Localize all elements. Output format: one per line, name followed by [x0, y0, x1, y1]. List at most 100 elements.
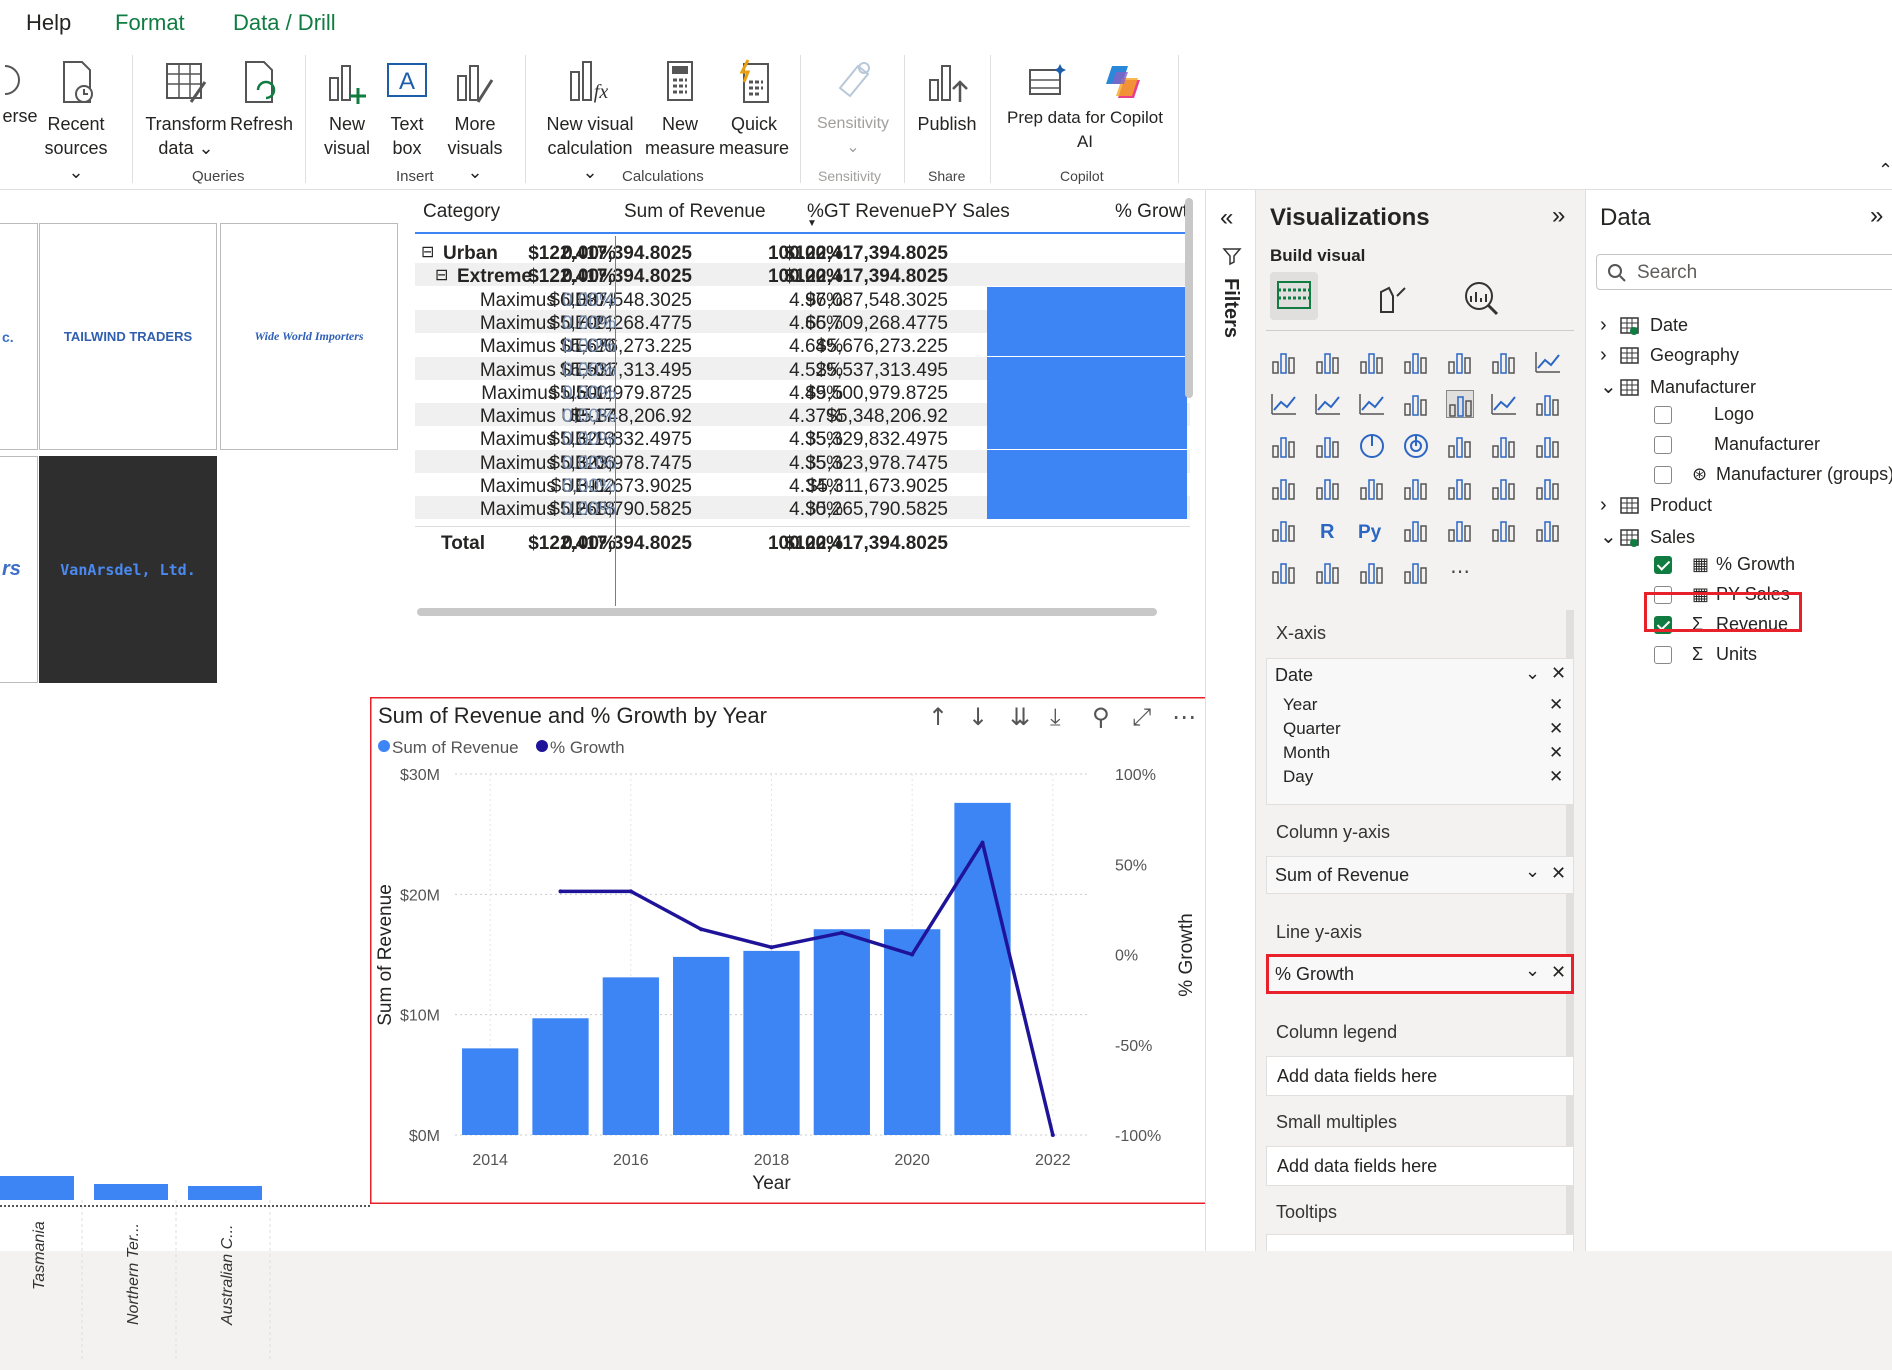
matrix-row[interactable]: Maximus UE-06 $5,323,978.7475 4.35% $5,323,…	[415, 449, 1190, 474]
stacked-area-visual-icon[interactable]	[1314, 390, 1342, 418]
more-visual-icon[interactable]: ⋯	[1446, 558, 1474, 586]
column-legend-well[interactable]: Add data fields here	[1266, 1056, 1574, 1096]
decomposition-tree-visual-icon[interactable]	[1446, 516, 1474, 544]
growth-point-2019[interactable]	[839, 930, 844, 935]
date-subfield-year[interactable]: Year ✕	[1283, 695, 1563, 715]
table-geography[interactable]: › Geography	[1600, 344, 1739, 367]
paginated-visual-icon[interactable]	[1270, 558, 1298, 586]
table-sales[interactable]: ⌄ Sales	[1600, 524, 1695, 549]
bar-northern-territory[interactable]	[94, 1184, 168, 1200]
matrix-row[interactable]: Maximus UE-01 $5,537,313.495 4.52% $5,537,3…	[415, 356, 1190, 381]
date-field-chip[interactable]: Date	[1275, 665, 1313, 686]
clustered-bar-visual-icon[interactable]	[1358, 348, 1386, 376]
matrix-row[interactable]: ⊟ Extreme $122,417,394.8025 100.00% $122,417…	[415, 263, 1190, 287]
field-growth[interactable]: ▦ % Growth	[1654, 554, 1795, 575]
growth-point-2022[interactable]	[1050, 1133, 1055, 1137]
growth-point-2018[interactable]	[769, 945, 774, 950]
header-sum-revenue[interactable]: Sum of Revenue	[624, 201, 766, 223]
field-checkbox[interactable]	[1654, 556, 1672, 575]
header-py-sales[interactable]: PY Sales	[932, 201, 1010, 223]
python-visual-visual-icon[interactable]: Py	[1358, 516, 1386, 544]
power-automate-visual-icon[interactable]	[1402, 558, 1430, 586]
table-product[interactable]: › Product	[1600, 494, 1712, 517]
new-measure-button[interactable]: New measure	[645, 58, 715, 160]
remove-field-icon[interactable]: ✕	[1549, 695, 1563, 715]
collapse-icon[interactable]: ⊟	[421, 242, 434, 262]
remove-field-icon[interactable]: ✕	[1549, 743, 1563, 763]
logo-card-partial[interactable]: c.	[0, 223, 38, 450]
more-options-icon[interactable]: ⋯	[1172, 703, 1196, 731]
100-column-visual-icon[interactable]	[1490, 348, 1518, 376]
growth-point-2017[interactable]	[699, 927, 704, 932]
combo-chart-visual[interactable]: Sum of Revenue and % Growth by Year ↑ ↓ ⇊ ⤓ ⚲…	[370, 697, 1208, 1204]
field-checkbox[interactable]	[1654, 406, 1672, 425]
matrix-visual-icon[interactable]	[1270, 516, 1298, 544]
line-column-visual-icon[interactable]	[1402, 390, 1430, 418]
matrix-horizontal-scrollbar[interactable]	[417, 608, 1157, 616]
field-manufacturer[interactable]: Manufacturer	[1654, 434, 1820, 455]
header-growth[interactable]: % Growt	[1115, 201, 1188, 223]
matrix-total-row[interactable]: Total $122,417,394.8025 100.00% $122,417,39…	[415, 526, 1190, 554]
growth-point-2015[interactable]	[558, 889, 563, 894]
quick-measure-button[interactable]: Quick measure	[716, 58, 792, 160]
field-checkbox[interactable]	[1654, 646, 1672, 665]
header-category[interactable]: Category	[423, 201, 500, 223]
date-subfield-month[interactable]: Month ✕	[1283, 743, 1563, 763]
matrix-visual[interactable]: ⌄ Category Sum of Revenue %GT Revenue PY…	[415, 190, 1195, 620]
expand-next-level-icon[interactable]: ⇊	[1010, 703, 1030, 731]
search-input[interactable]: Search	[1596, 254, 1892, 290]
line-y-well[interactable]: % Growth ⌄ ✕	[1266, 954, 1574, 994]
collapse-icon[interactable]: ⊟	[435, 265, 448, 285]
filled-map-visual-icon[interactable]	[1534, 432, 1562, 460]
chevron-right-icon[interactable]: ›	[1600, 314, 1620, 337]
slicer-visual-icon[interactable]	[1490, 474, 1518, 502]
collapse-viz-pane-icon[interactable]: »	[1552, 202, 1565, 230]
growth-field-chip[interactable]: % Growth	[1275, 964, 1354, 985]
ribbon-visual-icon[interactable]	[1490, 390, 1518, 418]
tab-format[interactable]: Format	[115, 10, 185, 36]
logo-card-wideworld[interactable]: Wide World Importers	[220, 223, 398, 450]
qa-visual-icon[interactable]	[1490, 516, 1518, 544]
matrix-row[interactable]: Maximus UE-20 $5,676,273.225 4.64% $5,676,2…	[415, 333, 1190, 357]
growth-point-2021[interactable]	[980, 840, 985, 845]
matrix-row[interactable]: Maximus UE-04 $6,087,548.3025 4.97% $6,087,…	[415, 286, 1190, 311]
small-multiples-well[interactable]: Add data fields here	[1266, 1146, 1574, 1186]
bar-australian-capital[interactable]	[188, 1186, 262, 1200]
card-visual-icon[interactable]	[1358, 474, 1386, 502]
matrix-row[interactable]: Maximus UE-18 $5,265,790.5825 4.30% $5,265,…	[415, 496, 1190, 520]
refresh-button[interactable]: Refresh	[230, 58, 293, 136]
matrix-vertical-scrollbar[interactable]	[1185, 198, 1193, 398]
dataverse-button[interactable]: erse	[0, 58, 40, 128]
remove-field-icon[interactable]: ✕	[1551, 962, 1566, 983]
r-visual-visual-icon[interactable]: R	[1314, 516, 1342, 544]
chevron-down-icon[interactable]: ⌄	[1600, 524, 1620, 549]
matrix-row[interactable]: Maximus UE-21 $5,709,268.4775 4.66% $5,709,…	[415, 309, 1190, 334]
logo-card-vanarsdel[interactable]: VanArsdel, Ltd.	[39, 456, 217, 683]
logo-card-tailwind[interactable]: TAILWIND TRADERS	[39, 223, 217, 450]
filter-icon[interactable]: ⚲	[1092, 703, 1110, 731]
prep-data-copilot-button[interactable]: Prep data for Copilot AI	[1000, 58, 1170, 154]
bar-2014[interactable]	[462, 1048, 519, 1135]
bar-2017[interactable]	[673, 956, 730, 1135]
remove-field-icon[interactable]: ✕	[1551, 863, 1566, 884]
filters-pane-collapsed[interactable]: « Filters	[1205, 190, 1255, 1251]
collapse-ribbon-icon[interactable]: ⌃	[1878, 160, 1892, 181]
key-influencers-visual-icon[interactable]	[1402, 516, 1430, 544]
line-clustered-column-visual-icon[interactable]	[1446, 390, 1474, 418]
publish-button[interactable]: Publish	[912, 58, 982, 136]
remove-field-icon[interactable]: ✕	[1549, 767, 1563, 787]
arcgis-visual-icon[interactable]	[1314, 558, 1342, 586]
remove-field-icon[interactable]: ✕	[1549, 719, 1563, 739]
matrix-row[interactable]: Maximus UE-17 $5,348,206.92 4.37% $5,348,20…	[415, 403, 1190, 427]
waterfall-visual-icon[interactable]	[1534, 390, 1562, 418]
analytics-icon[interactable]	[1461, 278, 1501, 318]
smart-narrative-visual-icon[interactable]	[1534, 516, 1562, 544]
chevron-down-icon[interactable]: ⌄	[1600, 374, 1620, 399]
new-visual-calculation-button[interactable]: fx New visual calculation ⌄	[540, 58, 640, 184]
recent-sources-button[interactable]: Recent sources ⌄	[44, 58, 108, 184]
field-units[interactable]: Σ Units	[1654, 644, 1757, 665]
clustered-column-visual-icon[interactable]	[1402, 348, 1430, 376]
line-visual-icon[interactable]	[1534, 348, 1562, 376]
sensitivity-button[interactable]: Sensitivity ⌄	[808, 58, 898, 160]
sum-revenue-field-chip[interactable]: Sum of Revenue	[1275, 865, 1409, 886]
